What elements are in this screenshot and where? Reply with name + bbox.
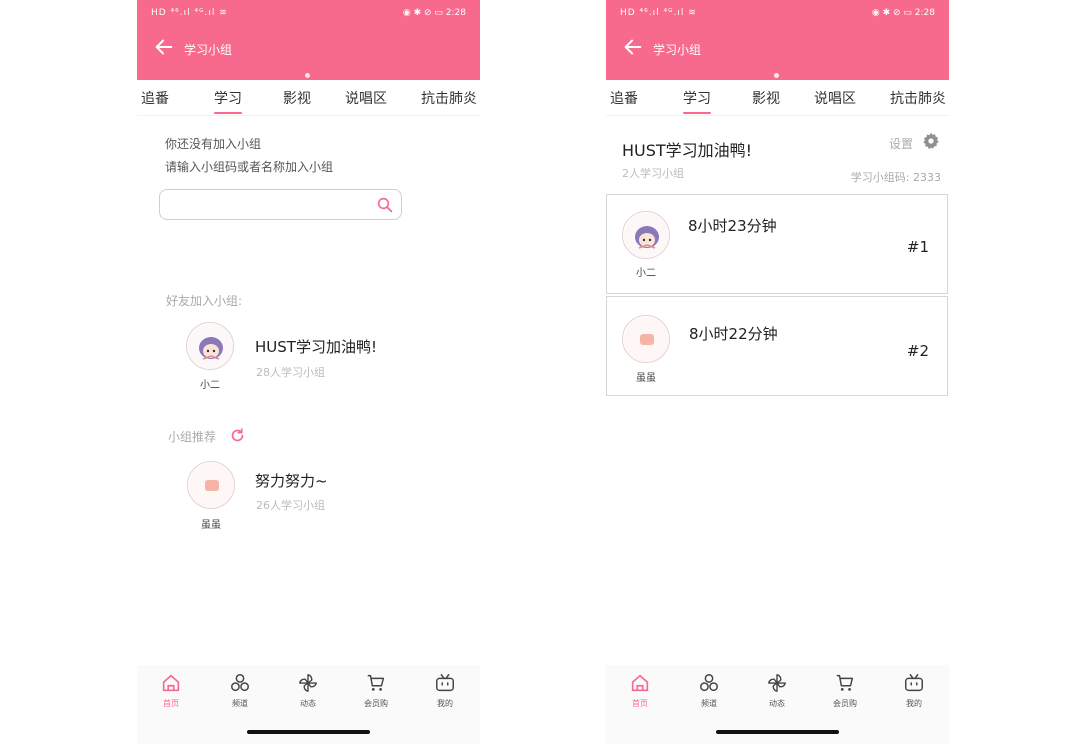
- home-indicator[interactable]: [247, 730, 370, 734]
- refresh-icon[interactable]: [229, 427, 246, 444]
- nav-label: 会员购: [833, 699, 857, 708]
- ranking-row[interactable]: 小二 8小时23分钟 #1: [606, 194, 948, 294]
- status-bar-signal: HD ⁴⁶.ıl ⁴ᴳ.ıl ≋: [620, 8, 697, 18]
- nav-mine[interactable]: 我的: [889, 672, 939, 709]
- tab-movies[interactable]: 影视: [283, 88, 311, 108]
- tab-movies[interactable]: 影视: [752, 88, 780, 108]
- status-bar-clock: ◉ ✱ ⊘ ▭ 2:28: [871, 8, 935, 18]
- nav-label: 我的: [437, 699, 453, 708]
- nav-label: 会员购: [364, 699, 388, 708]
- avatar-name: 小二: [200, 380, 220, 391]
- tab-zhuifan[interactable]: 追番: [141, 88, 169, 108]
- avatar[interactable]: [187, 461, 235, 509]
- tv-icon: [436, 674, 454, 692]
- back-arrow-icon[interactable]: [153, 36, 175, 58]
- avatar: [622, 315, 670, 363]
- nav-dynamic[interactable]: 动态: [752, 672, 802, 709]
- status-bar-clock: ◉ ✱ ⊘ ▭ 2:28: [402, 8, 466, 18]
- rank-number: #1: [906, 238, 929, 256]
- cart-icon: [836, 674, 854, 691]
- tab-fight-pneumonia[interactable]: 抗击肺炎: [421, 88, 477, 108]
- tab-rap[interactable]: 说唱区: [345, 88, 387, 108]
- nav-label: 我的: [906, 699, 922, 708]
- tab-bar: 追番 学习 影视 说唱区 抗击肺炎: [137, 80, 480, 116]
- app-header: HD ⁴⁶.ıl ⁴ᴳ.ıl ≋ ◉ ✱ ⊘ ▭ 2:28 学习小组: [606, 0, 949, 80]
- pager-dot: [305, 73, 310, 78]
- tab-fight-pneumonia[interactable]: 抗击肺炎: [890, 88, 946, 108]
- phone-screen-group-ranking: HD ⁴⁶.ıl ⁴ᴳ.ıl ≋ ◉ ✱ ⊘ ▭ 2:28 学习小组 追番 学习…: [606, 0, 949, 744]
- recommended-group-name[interactable]: 努力努力~: [255, 470, 328, 491]
- ranking-row[interactable]: 虽虽 8小时22分钟 #2: [606, 296, 948, 396]
- avatar[interactable]: [186, 322, 234, 370]
- study-time: 8小时23分钟: [688, 217, 777, 235]
- nav-home[interactable]: 首页: [615, 672, 665, 709]
- join-instructions: 请输入小组码或者名称加入小组: [165, 160, 334, 174]
- gear-icon[interactable]: [921, 131, 941, 151]
- settings-label[interactable]: 设置: [889, 135, 913, 152]
- avatar-name: 小二: [636, 268, 656, 279]
- channel-icon: [700, 674, 718, 692]
- peach-avatar-icon: [189, 463, 234, 508]
- friend-group-meta: 28人学习小组: [256, 366, 325, 379]
- nav-label: 动态: [769, 699, 785, 708]
- nav-label: 频道: [701, 699, 717, 708]
- nav-shop[interactable]: 会员购: [820, 672, 870, 709]
- phone-screen-join-group: HD ⁴⁶.ıl ⁴ᴳ.ıl ≋ ◉ ✱ ⊘ ▭ 2:28 学习小组 追番 学习…: [137, 0, 480, 744]
- nav-label: 首页: [632, 699, 648, 708]
- group-search-input[interactable]: [159, 189, 402, 220]
- girl-avatar-icon: [624, 213, 669, 258]
- status-bar-signal: HD ⁴⁶.ıl ⁴ᴳ.ıl ≋: [151, 8, 228, 18]
- page-title: 学习小组: [184, 43, 233, 57]
- back-arrow-icon[interactable]: [622, 36, 644, 58]
- pinwheel-icon: [768, 674, 786, 692]
- tab-bar: 追番 学习 影视 说唱区 抗击肺炎: [606, 80, 949, 116]
- recommended-group-meta: 26人学习小组: [256, 499, 325, 512]
- home-indicator[interactable]: [716, 730, 839, 734]
- search-icon[interactable]: [376, 196, 394, 214]
- app-header: HD ⁴⁶.ıl ⁴ᴳ.ıl ≋ ◉ ✱ ⊘ ▭ 2:28 学习小组: [137, 0, 480, 80]
- tab-zhuifan[interactable]: 追番: [610, 88, 638, 108]
- rank-number: #2: [906, 342, 929, 360]
- status-bar: HD ⁴⁶.ıl ⁴ᴳ.ıl ≋ ◉ ✱ ⊘ ▭ 2:28: [137, 0, 480, 28]
- nav-channel[interactable]: 频道: [215, 672, 265, 709]
- home-icon: [631, 674, 649, 692]
- group-code: 学习小组码: 2333: [850, 171, 941, 184]
- group-title: HUST学习加油鸭!: [622, 141, 753, 160]
- nav-channel[interactable]: 频道: [684, 672, 734, 709]
- avatar-name: 虽虽: [636, 373, 656, 384]
- nav-home[interactable]: 首页: [146, 672, 196, 709]
- nav-label: 动态: [300, 699, 316, 708]
- bottom-nav: 首页 频道 动态 会员购 我的: [137, 665, 480, 744]
- avatar-name: 虽虽: [201, 520, 221, 531]
- friends-section-label: 好友加入小组:: [166, 294, 243, 308]
- nav-label: 首页: [163, 699, 179, 708]
- tab-study[interactable]: 学习: [683, 88, 711, 114]
- cart-icon: [367, 674, 385, 691]
- recommend-section-label: 小组推荐: [168, 430, 217, 444]
- nav-shop[interactable]: 会员购: [351, 672, 401, 709]
- member-count: 2人学习小组: [622, 167, 684, 180]
- peach-avatar-icon: [624, 317, 669, 362]
- pinwheel-icon: [299, 674, 317, 692]
- bottom-nav: 首页 频道 动态 会员购 我的: [606, 665, 949, 744]
- nav-label: 频道: [232, 699, 248, 708]
- study-time: 8小时22分钟: [689, 325, 778, 343]
- no-group-notice: 你还没有加入小组: [165, 137, 262, 151]
- channel-icon: [231, 674, 249, 692]
- tv-icon: [905, 674, 923, 692]
- girl-avatar-icon: [188, 324, 233, 369]
- avatar: [622, 211, 670, 259]
- page-title: 学习小组: [653, 43, 702, 57]
- tab-study[interactable]: 学习: [214, 88, 242, 114]
- home-icon: [162, 674, 180, 692]
- nav-mine[interactable]: 我的: [420, 672, 470, 709]
- nav-dynamic[interactable]: 动态: [283, 672, 333, 709]
- pager-dot: [774, 73, 779, 78]
- status-bar: HD ⁴⁶.ıl ⁴ᴳ.ıl ≋ ◉ ✱ ⊘ ▭ 2:28: [606, 0, 949, 28]
- tab-rap[interactable]: 说唱区: [814, 88, 856, 108]
- friend-group-name[interactable]: HUST学习加油鸭!: [255, 336, 377, 357]
